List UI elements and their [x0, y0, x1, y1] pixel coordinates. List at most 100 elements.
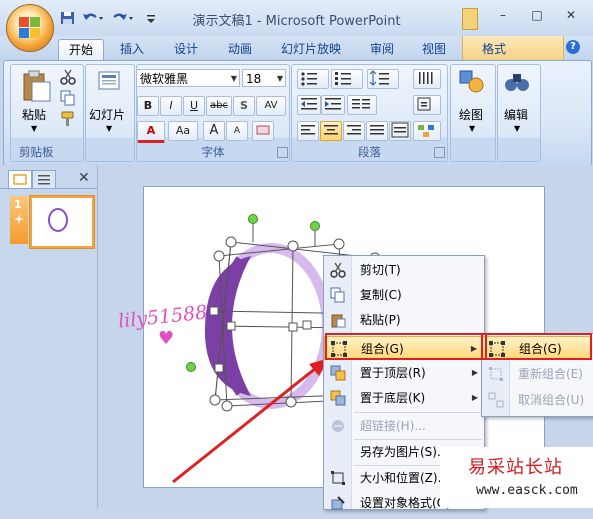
copy-icon[interactable] [60, 90, 76, 106]
distributed-icon[interactable] [389, 121, 411, 141]
lock-tab-icon [462, 8, 478, 30]
slides-dropdown-icon[interactable]: ▼ [106, 124, 112, 133]
align-text-icon[interactable] [413, 95, 441, 115]
numbering-icon[interactable] [331, 69, 363, 89]
office-logo-icon [19, 17, 41, 39]
size-position-icon [330, 470, 346, 486]
site-watermark: 易采站长站 www.easck.com [440, 447, 593, 508]
columns-icon[interactable] [347, 95, 377, 115]
paste-label[interactable]: 粘贴 [22, 106, 46, 123]
format-painter-icon[interactable] [60, 111, 76, 127]
outline-tab-icon[interactable] [32, 170, 56, 188]
align-center-icon[interactable] [320, 121, 342, 141]
menu-item-label: 剪切(T) [360, 263, 401, 277]
font-size-value: 18 [246, 72, 262, 86]
new-slide-icon[interactable] [96, 70, 122, 92]
paste-icon [330, 312, 346, 328]
font-family-select[interactable]: 微软雅黑 ▼ [136, 69, 240, 87]
menu-item-label: 另存为图片(S)... [360, 445, 449, 459]
clear-format-icon[interactable] [252, 121, 274, 141]
tab-review[interactable]: 审阅 [362, 39, 402, 60]
font-group-label: 字体 [201, 145, 225, 159]
bullets-icon[interactable] [297, 69, 329, 89]
binoculars-icon[interactable] [503, 69, 531, 95]
animation-star-icon [14, 213, 24, 224]
tab-insert[interactable]: 插入 [112, 39, 152, 60]
clipboard-group-label: 剪贴板 [19, 145, 54, 159]
office-button[interactable] [6, 4, 54, 52]
increase-indent-icon[interactable] [321, 95, 345, 115]
editing-label[interactable]: 编辑 [504, 106, 528, 123]
font-color-button[interactable]: A [137, 121, 165, 143]
scissors-icon [330, 262, 346, 278]
tab-design[interactable]: 设计 [166, 39, 206, 60]
cut-icon[interactable] [60, 69, 76, 85]
maximize-button[interactable]: □ [524, 6, 550, 24]
ungroup-icon [488, 392, 504, 408]
close-button[interactable]: ✕ [558, 6, 584, 24]
regroup-icon [488, 366, 504, 382]
smartart-icon[interactable] [413, 121, 441, 141]
decrease-indent-icon[interactable] [297, 95, 321, 115]
close-panel-icon[interactable]: ✕ [78, 170, 90, 186]
send-back-icon [330, 390, 346, 406]
tab-format[interactable]: 格式 [472, 39, 516, 60]
strikethrough-button[interactable]: abc [206, 96, 232, 116]
menu-item-hyperlink[interactable]: 超链接(H)... [324, 414, 484, 438]
shrink-font-button[interactable]: A [226, 121, 248, 141]
font-dialog-launcher-icon[interactable] [277, 147, 288, 158]
tab-animation[interactable]: 动画 [220, 39, 260, 60]
change-case-button[interactable]: Aa [168, 121, 198, 141]
font-size-select[interactable]: 18 ▼ [242, 69, 286, 87]
drawing-dropdown-icon[interactable]: ▼ [469, 124, 475, 133]
submenu-item-regroup[interactable]: 重新组合(E) [482, 362, 592, 386]
tab-slideshow[interactable]: 幻灯片放映 [274, 39, 348, 60]
paragraph-dialog-launcher-icon[interactable] [434, 147, 445, 158]
underline-button[interactable]: U [183, 96, 205, 116]
paste-dropdown-icon[interactable]: ▼ [31, 124, 37, 133]
menu-item-label: 超链接(H)... [360, 419, 426, 433]
menu-item-label: 粘贴(P) [360, 313, 401, 327]
format-shape-icon [330, 495, 346, 511]
watermark-url: www.easck.com [476, 483, 578, 498]
chevron-down-icon: ▼ [230, 74, 237, 83]
help-icon[interactable]: ? [566, 40, 580, 54]
text-direction-icon[interactable] [413, 69, 441, 89]
menu-item-bring-to-front[interactable]: 置于顶层(R) ▶ [324, 361, 484, 385]
tab-view[interactable]: 视图 [414, 39, 454, 60]
menu-item-cut[interactable]: 剪切(T) [324, 258, 484, 282]
submenu-arrow-icon: ▶ [471, 368, 478, 377]
highlight-box-submenu [481, 333, 592, 360]
menu-item-label: 取消组合(U) [518, 393, 585, 407]
align-left-icon[interactable] [297, 121, 319, 141]
drawing-label[interactable]: 绘图 [459, 106, 483, 123]
bold-button[interactable]: B [137, 96, 159, 116]
line-spacing-icon[interactable] [367, 69, 399, 89]
tab-home[interactable]: 开始 [58, 39, 104, 61]
slides-label[interactable]: 幻灯片 [89, 106, 125, 123]
grow-font-button[interactable]: A [203, 121, 225, 141]
minimize-button[interactable]: – [490, 6, 516, 24]
shapes-icon[interactable] [458, 69, 486, 95]
slide-thumbnail[interactable] [30, 196, 94, 248]
watermark-title: 易采站长站 [468, 457, 563, 478]
editing-dropdown-icon[interactable]: ▼ [514, 124, 520, 133]
character-spacing-button[interactable]: AV [256, 96, 286, 116]
rotation-handle-icon [310, 221, 320, 231]
menu-item-copy[interactable]: 复制(C) [324, 283, 484, 307]
rotation-handle-icon [248, 214, 258, 224]
paste-icon[interactable] [20, 68, 52, 102]
italic-button[interactable]: I [160, 96, 182, 116]
submenu-item-ungroup[interactable]: 取消组合(U) [482, 388, 592, 412]
chevron-down-icon: ▼ [276, 74, 283, 83]
slides-tab-icon[interactable] [8, 170, 32, 188]
text-shadow-button[interactable]: S [233, 96, 255, 116]
menu-item-label: 置于顶层(R) [360, 366, 426, 380]
justify-icon[interactable] [366, 121, 388, 141]
heart-icon: ♥ [158, 328, 175, 349]
menu-item-paste[interactable]: 粘贴(P) [324, 308, 484, 332]
align-right-icon[interactable] [343, 121, 365, 141]
panel-divider [0, 188, 97, 189]
menu-item-send-to-back[interactable]: 置于底层(K) ▶ [324, 386, 484, 410]
menu-item-label: 重新组合(E) [518, 367, 583, 381]
